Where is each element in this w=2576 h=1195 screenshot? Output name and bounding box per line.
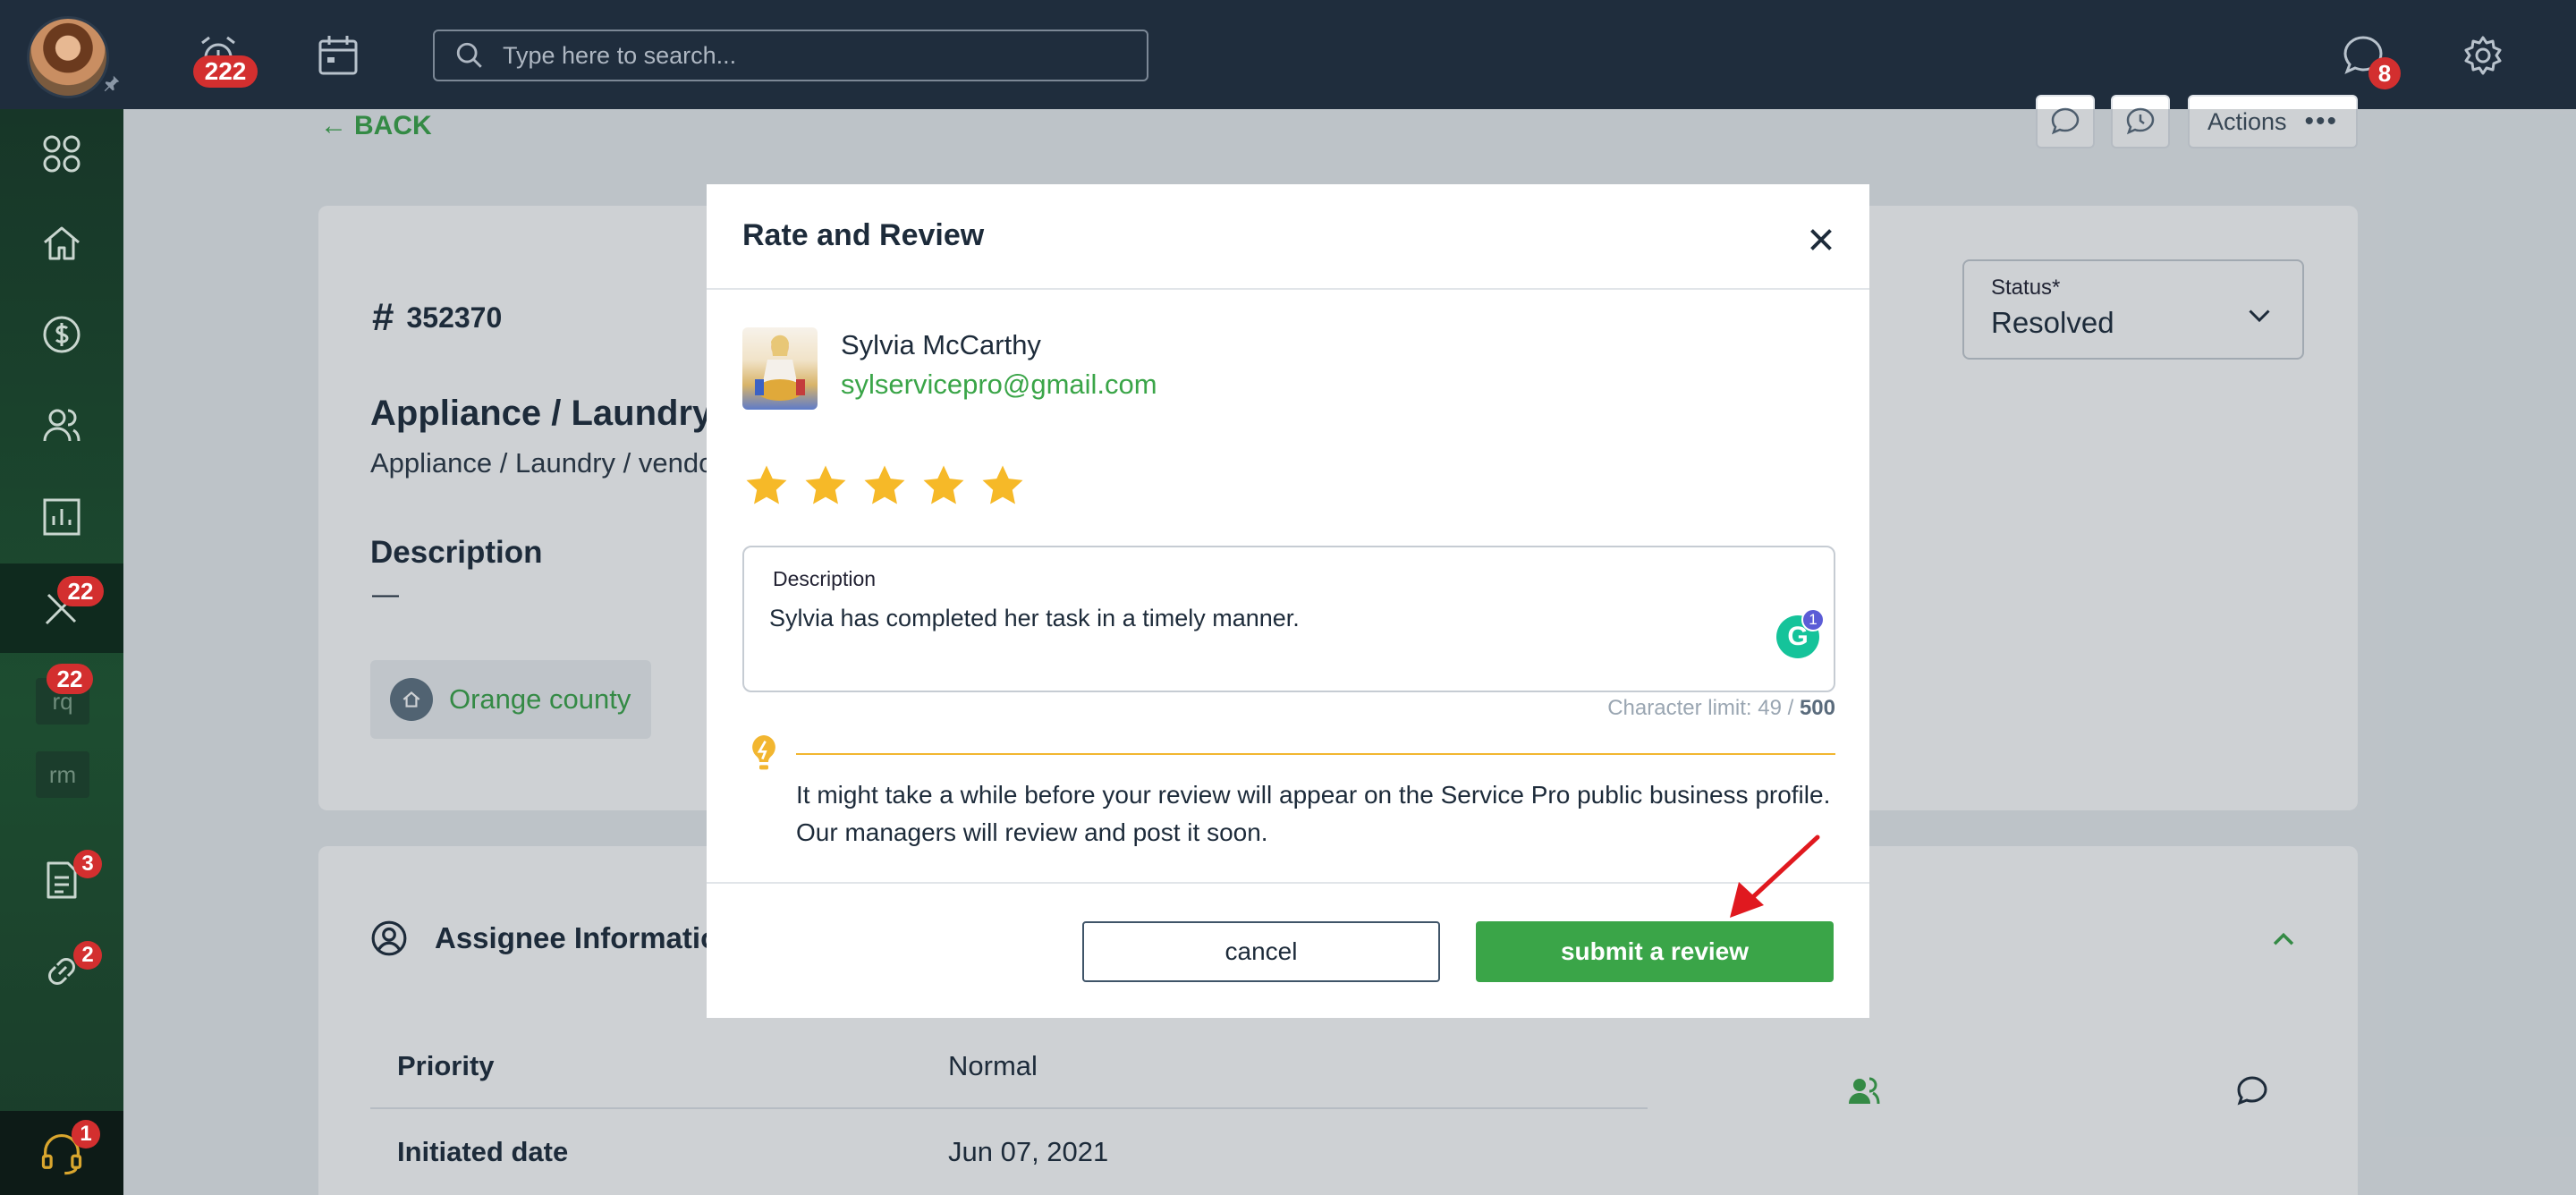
links-badge: 2: [73, 941, 102, 970]
calendar-icon: [318, 36, 358, 75]
notice-text: It might take a while before your review…: [796, 776, 1852, 852]
rate-review-modal: Rate and Review Sylvia McCarthy sylservi…: [707, 184, 1869, 1018]
sidebar-item-documents[interactable]: 3: [0, 835, 123, 925]
review-description-field[interactable]: Description Sylvia has completed her tas…: [742, 546, 1835, 692]
sidebar-item-links[interactable]: 2: [0, 927, 123, 1016]
settings-button[interactable]: [2458, 30, 2508, 81]
char-limit-prefix: Character limit: 49 /: [1607, 696, 1794, 720]
character-limit: Character limit: 49 / 500: [742, 696, 1835, 721]
sidebar-item-home[interactable]: [0, 199, 123, 288]
sidebar-item-rm[interactable]: rm: [0, 737, 123, 812]
star-icon[interactable]: [742, 462, 791, 510]
star-icon[interactable]: [979, 462, 1027, 510]
rq-badge: 22: [47, 664, 93, 694]
sidebar-item-label: rm: [36, 751, 89, 798]
star-icon[interactable]: [860, 462, 909, 510]
home-icon: [44, 226, 80, 260]
search-input[interactable]: [503, 41, 1129, 70]
notice-divider: [796, 753, 1835, 755]
top-bar: 222 8: [0, 0, 2576, 109]
users-icon: [43, 409, 80, 442]
alarm-button[interactable]: 222: [193, 30, 258, 88]
char-limit-max: 500: [1799, 696, 1835, 720]
chat-button[interactable]: 8: [2338, 30, 2401, 89]
sidebar-item-tools[interactable]: 22: [0, 564, 123, 653]
review-description-input[interactable]: Sylvia has completed her task in a timel…: [769, 605, 1300, 632]
service-pro-avatar: [742, 327, 818, 410]
support-button[interactable]: 1: [0, 1111, 123, 1195]
modal-header: Rate and Review: [707, 184, 1869, 290]
service-pro-name: Sylvia McCarthy: [841, 329, 1041, 360]
sidebar-item-apps[interactable]: [0, 109, 123, 199]
grammarly-count-badge: 1: [1801, 608, 1825, 631]
alarm-count-badge: 222: [193, 55, 258, 88]
user-avatar[interactable]: [27, 16, 109, 98]
notice-line-2: Our managers will review and post it soo…: [796, 818, 1268, 846]
calendar-button[interactable]: [313, 30, 363, 81]
support-badge: 1: [72, 1120, 100, 1148]
review-description-label: Description: [773, 567, 877, 590]
star-icon[interactable]: [919, 462, 968, 510]
lightbulb-icon: [752, 735, 775, 770]
modal-footer-divider: [707, 882, 1869, 884]
star-rating[interactable]: [742, 462, 1027, 510]
sidebar-item-billing[interactable]: [0, 290, 123, 379]
annotation-arrow-icon: [1730, 835, 1820, 918]
close-icon[interactable]: [1805, 224, 1837, 256]
notice-line-1: It might take a while before your review…: [796, 781, 1831, 809]
cancel-button[interactable]: cancel: [1082, 921, 1440, 982]
service-pro-email[interactable]: sylservicepro@gmail.com: [841, 369, 1157, 401]
chart-icon: [43, 498, 80, 536]
chat-count-badge: 8: [2368, 57, 2401, 89]
sidebar: 22 rq 22 rm 3 2 1: [0, 109, 123, 1195]
gear-icon: [2464, 36, 2502, 75]
sidebar-item-reports[interactable]: [0, 472, 123, 562]
modal-title: Rate and Review: [742, 218, 985, 252]
sidebar-item-rq[interactable]: rq 22: [0, 664, 123, 739]
dollar-icon: [43, 316, 80, 353]
documents-badge: 3: [73, 850, 102, 878]
star-icon[interactable]: [801, 462, 850, 510]
submit-review-button[interactable]: submit a review: [1476, 921, 1834, 982]
pin-icon: [104, 75, 120, 92]
search-icon: [456, 42, 482, 68]
tools-badge: 22: [57, 576, 104, 606]
apps-icon: [43, 135, 80, 173]
search-bar[interactable]: [433, 30, 1148, 81]
sidebar-item-users[interactable]: [0, 381, 123, 470]
